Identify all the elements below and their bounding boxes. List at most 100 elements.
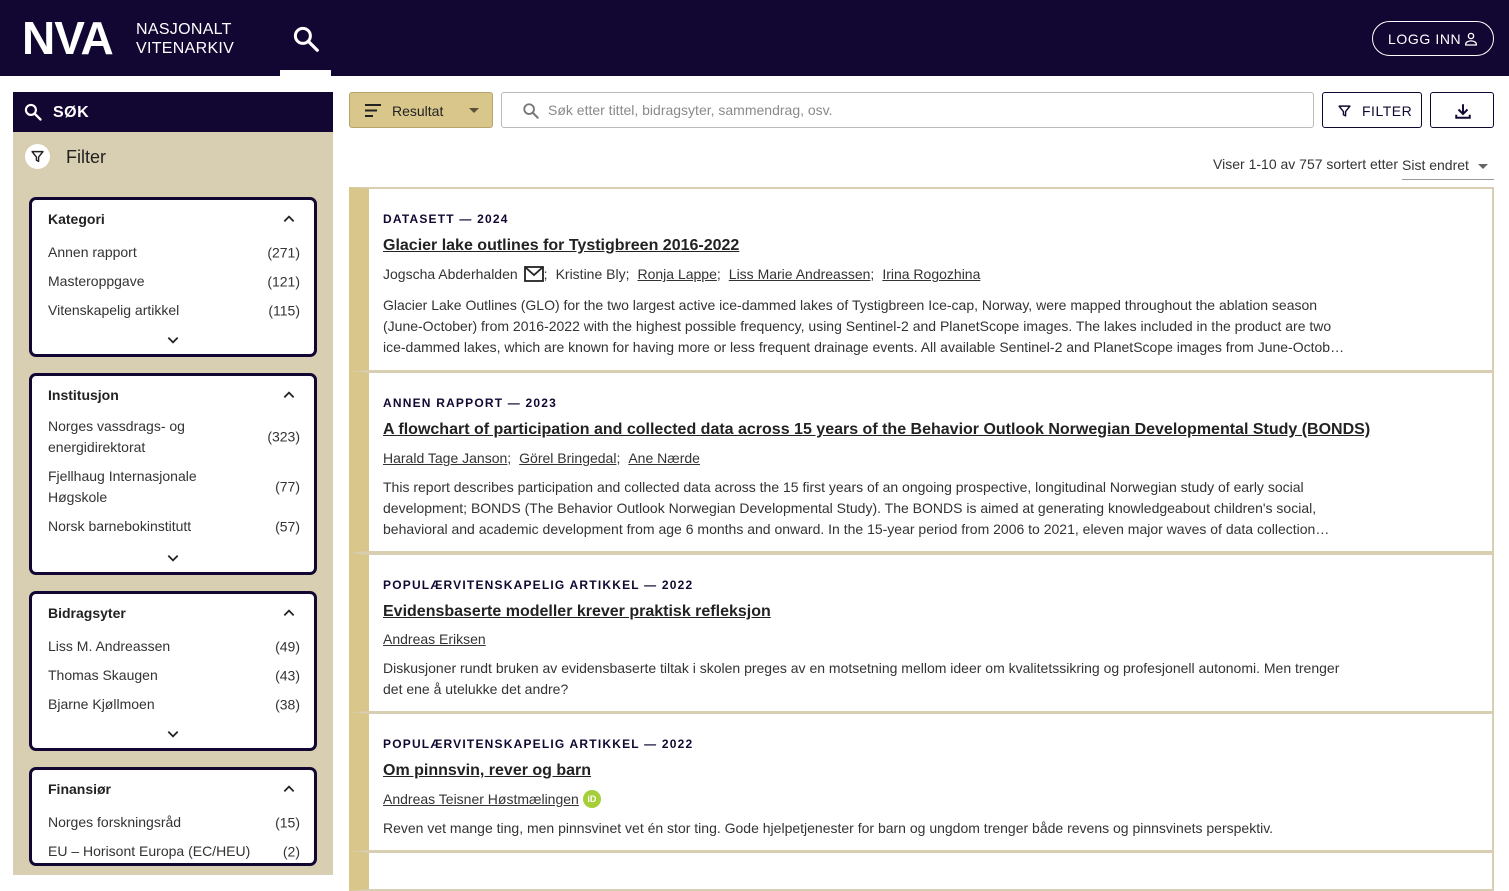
result-title-link[interactable]: Glacier lake outlines for Tystigbreen 20… (383, 237, 739, 255)
chevron-up-icon[interactable] (282, 606, 296, 620)
facet-title: Bidragsyter (48, 605, 126, 621)
login-button[interactable]: LOGG INN (1372, 21, 1494, 56)
chevron-down-icon[interactable] (166, 333, 180, 347)
active-nav-indicator (280, 70, 331, 76)
download-icon (1455, 104, 1471, 119)
facet-item[interactable]: Vitenskapelig artikkel (115) (48, 300, 300, 321)
caret-down-icon (469, 108, 479, 113)
result-card: POPULÆRVITENSKAPELIG ARTIKKEL — 2022 Evi… (349, 553, 1494, 713)
sort-lines-icon (365, 104, 381, 117)
sort-selected-label: Sist endret (1402, 157, 1469, 173)
author-link[interactable]: Liss Marie Andreassen (729, 266, 871, 282)
facet-item[interactable]: Liss M. Andreassen (49) (48, 636, 300, 657)
facet-finansior: Finansiør Norges forskningsråd (15) EU – … (29, 767, 317, 866)
search-field[interactable] (501, 92, 1314, 128)
author-link[interactable]: Ane Nærde (628, 450, 700, 466)
facet-item[interactable]: EU – Horisont Europa (EC/HEU) (2) (48, 841, 300, 862)
top-bar: NVA NASJONALT VITENARKIV LOGG INN (0, 0, 1509, 76)
search-nav-button[interactable] (280, 0, 331, 76)
chevron-down-icon[interactable] (166, 727, 180, 741)
facet-item-count: (15) (275, 814, 300, 830)
result-authors: Harald Tage Janson ; Görel Bringedal ; A… (383, 450, 700, 466)
facet-item[interactable]: Masteroppgave (121) (48, 271, 300, 292)
facet-institusjon: Institusjon Norges vassdrags- og energid… (29, 373, 317, 575)
result-authors: Jogscha Abderhalden ; Kristine Bly ; Ron… (383, 266, 980, 282)
result-card: ANNEN RAPPORT — 2023 A flowchart of part… (349, 371, 1494, 553)
sidebar-title: SØK (53, 104, 90, 121)
search-icon (293, 26, 319, 52)
author-link[interactable]: Andreas Teisner Høstmælingen (383, 791, 579, 807)
result-abstract: This report describes participation and … (383, 479, 1317, 537)
filter-heading-label: Filter (66, 147, 106, 167)
separator: ; (616, 450, 621, 466)
facet-item-name: Thomas Skaugen (48, 667, 158, 683)
logo-line-2: VITENARKIV (136, 40, 235, 57)
filter-button[interactable]: FILTER (1322, 92, 1422, 128)
chevron-down-icon[interactable] (166, 551, 180, 565)
facet-title: Institusjon (48, 387, 119, 403)
person-icon (1465, 32, 1477, 46)
result-card (349, 851, 1494, 891)
author-name: Jogscha Abderhalden (383, 266, 518, 282)
facet-item-name: Norges vassdrags- og energidirektorat (48, 418, 185, 455)
result-count-info: Viser 1-10 av 757 sortert etter (1213, 156, 1398, 172)
facet-title: Kategori (48, 211, 105, 227)
sort-select[interactable]: Sist endret (1402, 153, 1494, 180)
facet-item[interactable]: Norsk barnebokinstitutt (57) (48, 516, 300, 537)
chevron-up-icon[interactable] (282, 782, 296, 796)
filter-button-label: FILTER (1362, 103, 1413, 119)
sidebar-header: SØK (13, 92, 333, 132)
author-link[interactable]: Irina Rogozhina (882, 266, 980, 282)
result-type: POPULÆRVITENSKAPELIG ARTIKKEL — 2022 (383, 578, 694, 592)
result-title-link[interactable]: Om pinnsvin, rever og barn (383, 762, 591, 780)
logo-subtitle[interactable]: NASJONALT VITENARKIV (136, 20, 234, 58)
result-abstract: Reven vet mange ting, men pinnsvinet vet… (383, 820, 1274, 836)
download-button[interactable] (1430, 92, 1494, 128)
result-title-link[interactable]: Evidensbaserte modeller krever praktisk … (383, 603, 771, 621)
author-link[interactable]: Ronja Lappe (637, 266, 716, 282)
chevron-up-icon[interactable] (282, 212, 296, 226)
facet-item[interactable]: Thomas Skaugen (43) (48, 665, 300, 686)
separator: ; (870, 266, 875, 282)
result-title-link[interactable]: A flowchart of participation and collect… (383, 421, 1370, 439)
facet-item-count: (38) (275, 696, 300, 712)
filter-icon-badge (25, 144, 50, 169)
facet-item[interactable]: Norges forskningsråd (15) (48, 812, 300, 833)
chevron-up-icon[interactable] (282, 388, 296, 402)
separator: ; (543, 266, 548, 282)
result-type-select[interactable]: Resultat (349, 92, 493, 128)
nva-logo[interactable]: NVA (22, 14, 114, 62)
facet-item-count: (57) (275, 518, 300, 534)
orcid-icon[interactable]: iD (582, 790, 601, 808)
result-authors: Andreas Eriksen (383, 631, 486, 647)
facet-item-count: (77) (275, 478, 300, 495)
author-link[interactable]: Andreas Eriksen (383, 631, 486, 647)
facet-item[interactable]: Norges vassdrags- og energidirektorat (32… (48, 416, 300, 458)
login-label: LOGG INN (1388, 30, 1462, 47)
result-abstract: Glacier Lake Outlines (GLO) for the two … (383, 297, 1343, 355)
facet-bidragsyter: Bidragsyter Liss M. Andreassen (49) Thoma… (29, 591, 317, 751)
facet-item[interactable]: Fjellhaug Internasjonale Høgskole (77) (48, 466, 300, 508)
mail-icon[interactable] (523, 266, 544, 282)
search-icon (523, 103, 539, 119)
facet-item-name: Vitenskapelig artikkel (48, 302, 180, 318)
logo-line-1: NASJONALT (136, 21, 232, 38)
caret-down-icon (1478, 164, 1488, 169)
search-sidebar: SØK Filter Kategori Annen rapport (271) M… (13, 92, 333, 875)
search-input[interactable] (548, 99, 1288, 121)
result-type: DATASETT — 2024 (383, 212, 509, 226)
author-link[interactable]: Görel Bringedal (519, 450, 616, 466)
result-type-label: Resultat (392, 103, 444, 119)
facet-item[interactable]: Bjarne Kjøllmoen (38) (48, 694, 300, 715)
facet-title: Finansiør (48, 781, 112, 797)
result-card: DATASETT — 2024 Glacier lake outlines fo… (349, 187, 1494, 372)
facet-item-count: (323) (267, 428, 300, 445)
separator: ; (716, 266, 721, 282)
author-link[interactable]: Harald Tage Janson (383, 450, 507, 466)
result-type: POPULÆRVITENSKAPELIG ARTIKKEL — 2022 (383, 737, 694, 751)
facet-item-name: Annen rapport (48, 244, 137, 260)
facet-item[interactable]: Annen rapport (271) (48, 242, 300, 263)
funnel-icon (1338, 105, 1351, 117)
facet-item-name: Fjellhaug Internasjonale Høgskole (48, 468, 197, 505)
separator: ; (507, 450, 512, 466)
